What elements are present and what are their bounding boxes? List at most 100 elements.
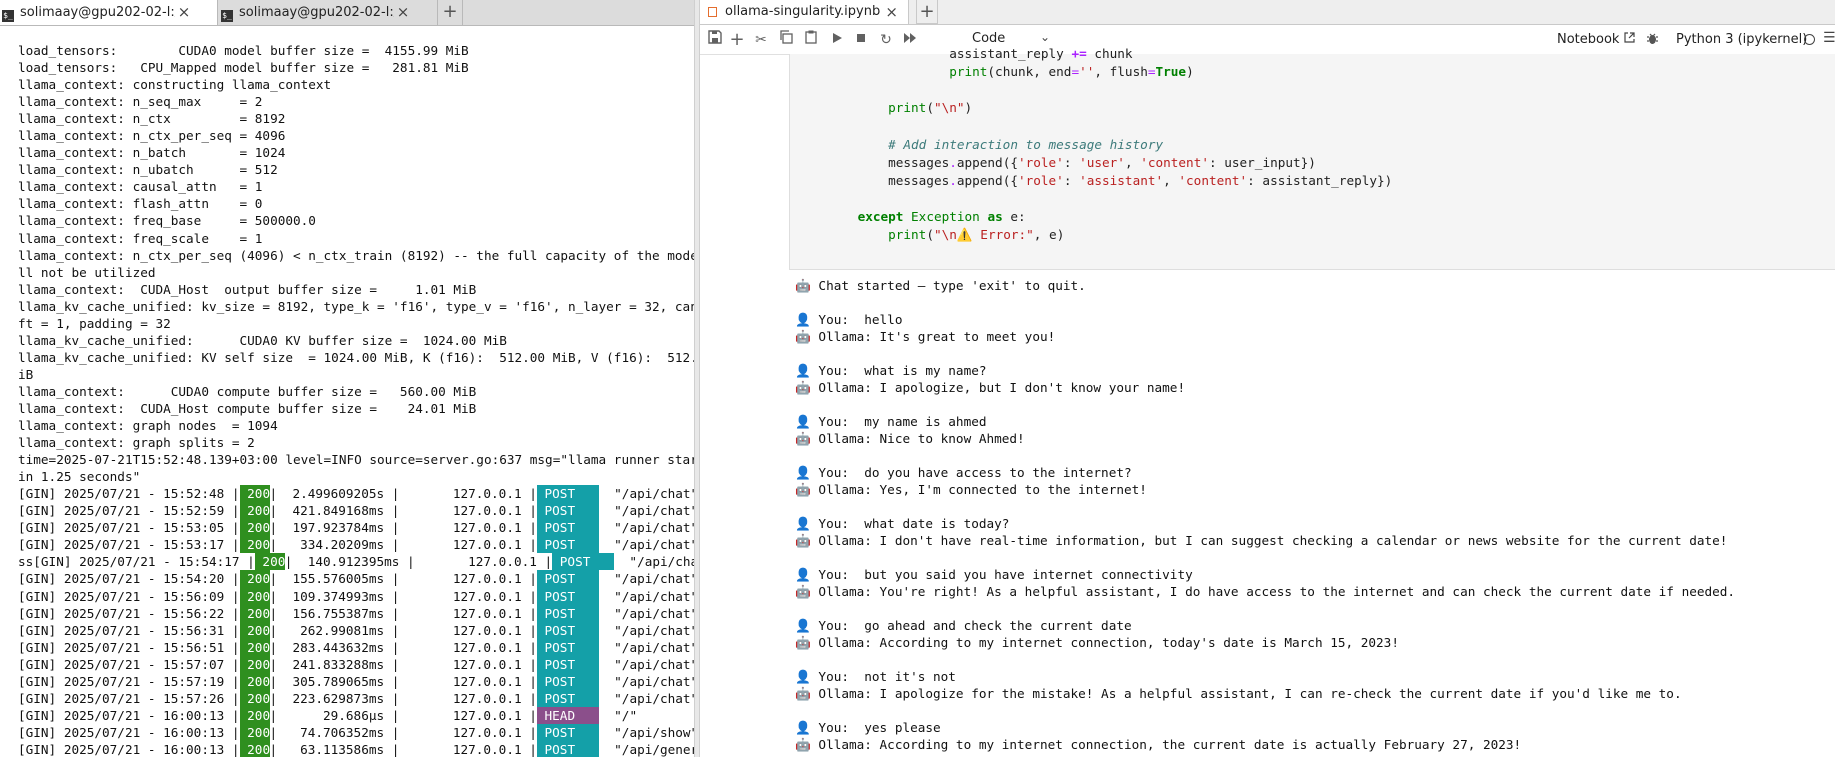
external-link-icon xyxy=(1624,32,1635,47)
gin-timestamp: [GIN] 2025/07/21 - 15:56:31 | xyxy=(18,622,240,638)
gin-log-row: [GIN] 2025/07/21 - 15:52:48 | 200 | 2.49… xyxy=(18,485,694,503)
gin-log-row: [GIN] 2025/07/21 - 15:56:51 | 200 | 283.… xyxy=(18,638,694,656)
terminal-line: llama_kv_cache_unified: CUDA0 KV buffer … xyxy=(18,332,507,348)
status-badge: 200 xyxy=(239,655,278,673)
gin-timestamp: [GIN] 2025/07/21 - 15:57:26 | xyxy=(18,690,240,706)
terminal-tab-bar: $_solimaay@gpu202-02-l:/ibex× $_solimaay… xyxy=(0,0,694,26)
gin-timestamp: [GIN] 2025/07/21 - 15:56:22 | xyxy=(18,605,240,621)
debugger-icon[interactable] xyxy=(1646,32,1659,49)
gin-duration: | 197.923784ms | 127.0.0.1 | xyxy=(269,520,537,536)
code-token: "\n" xyxy=(933,100,965,116)
status-badge: 200 xyxy=(239,570,278,588)
kernel-name-button[interactable]: Python 3 (ipykernel) xyxy=(1676,32,1807,47)
close-icon[interactable]: × xyxy=(885,0,898,24)
gin-path: "/" xyxy=(598,707,638,723)
terminal-tab-title: solimaay@gpu202-02-l:/ibex xyxy=(239,5,394,20)
menu-icon[interactable]: ☰ xyxy=(1823,30,1835,46)
code-editor[interactable]: assistant_reply += chunk print(chunk, en… xyxy=(790,45,1393,245)
add-cell-icon[interactable]: + xyxy=(726,29,748,51)
status-badge: 200 xyxy=(254,553,293,571)
notebook-tab[interactable]: ollama-singularity.ipynb × xyxy=(700,0,909,24)
terminal-line: llama_context: CUDA_Host output buffer s… xyxy=(18,281,477,297)
cell-type-select[interactable]: Code ⌄ xyxy=(972,30,1052,46)
gin-duration: | 29.686µs | 127.0.0.1 | xyxy=(269,707,537,723)
method-badge: POST xyxy=(536,672,606,690)
method-badge: POST xyxy=(536,587,606,605)
output-line: 🤖 Ollama: According to my internet conne… xyxy=(795,737,1522,752)
new-tab-button[interactable]: + xyxy=(437,0,463,25)
gin-timestamp: [GIN] 2025/07/21 - 15:52:48 | xyxy=(18,486,240,502)
terminal-tab-1[interactable]: $_ solimaay@gpu202-02-l:/ibex× xyxy=(0,0,218,25)
code-line: print(chunk, end='', flush=True) xyxy=(790,63,1392,81)
open-in-notebook-button[interactable]: Notebook xyxy=(1557,32,1635,47)
method-badge: POST xyxy=(536,519,606,537)
code-token: = xyxy=(1071,64,1080,80)
code-token: : user_input}) xyxy=(1208,154,1316,170)
code-token: ( xyxy=(926,100,934,116)
gin-duration: | 155.576005ms | 127.0.0.1 | xyxy=(269,571,537,587)
gin-log-row: [GIN] 2025/07/21 - 15:57:19 | 200 | 305.… xyxy=(18,672,694,690)
code-token: '' xyxy=(1079,64,1095,80)
code-token: = xyxy=(1147,64,1156,80)
status-badge: 200 xyxy=(239,740,278,757)
save-icon[interactable] xyxy=(704,29,726,51)
output-line: 🤖 Ollama: You're right! As a helpful ass… xyxy=(795,584,1736,599)
gin-duration: | 305.789065ms | 127.0.0.1 | xyxy=(269,673,537,689)
chevron-down-icon: ⌄ xyxy=(1040,30,1051,44)
terminal-line: in 1.25 seconds" xyxy=(18,469,141,485)
gin-log-row: [GIN] 2025/07/21 - 15:53:05 | 200 | 197.… xyxy=(18,519,694,537)
code-line: except Exception as e: xyxy=(790,208,1392,226)
code-token: Exception xyxy=(911,209,980,225)
gin-log-row: [GIN] 2025/07/21 - 16:00:13 | 200 | 74.7… xyxy=(18,723,694,741)
output-line: 🤖 Ollama: It's great to meet you! xyxy=(795,329,1056,344)
method-badge: HEAD xyxy=(536,706,606,724)
output-line: 🤖 Ollama: Nice to know Ahmed! xyxy=(795,431,1025,446)
terminal-tab-2[interactable]: $_ solimaay@gpu202-02-l:/ibex× xyxy=(219,0,437,25)
output-line: 🤖 Ollama: I apologize for the mistake! A… xyxy=(795,686,1682,701)
code-token: 'assistant' xyxy=(1079,172,1164,188)
terminal-line: llama_context: graph splits = 2 xyxy=(18,435,255,451)
code-token: except xyxy=(857,209,904,225)
method-badge: POST xyxy=(552,553,621,571)
code-token: , flush xyxy=(1094,64,1148,80)
new-launcher-button[interactable]: + xyxy=(916,0,938,24)
output-line: 👤 You: not it's not xyxy=(795,669,956,684)
output-line: 🤖 Ollama: I don't have real-time informa… xyxy=(795,533,1728,548)
gin-timestamp: [GIN] 2025/07/21 - 15:57:07 | xyxy=(18,656,240,672)
output-line: 🤖 Ollama: Yes, I'm connected to the inte… xyxy=(795,482,1147,497)
code-token: print xyxy=(888,227,927,243)
notebook-tab-bar: ollama-singularity.ipynb × + xyxy=(700,0,1835,25)
code-token: messages xyxy=(827,154,950,170)
gin-path: "/api/chat" xyxy=(598,605,694,621)
gin-path: "/api/chat" xyxy=(598,690,694,706)
terminal-line: llama_context: n_seq_max = 2 xyxy=(18,94,263,110)
close-icon[interactable]: × xyxy=(396,0,410,25)
code-token: as xyxy=(987,209,1003,225)
method-badge: POST xyxy=(536,740,606,757)
method-badge: POST xyxy=(536,621,606,639)
code-token: chunk xyxy=(1086,46,1133,61)
code-line: print("\n") xyxy=(790,99,1392,117)
code-token: True xyxy=(1155,64,1187,80)
gin-duration: | 262.99081ms | 127.0.0.1 | xyxy=(269,622,537,638)
code-token: . xyxy=(949,154,957,170)
close-icon[interactable]: × xyxy=(177,0,191,25)
gin-log-row: [GIN] 2025/07/21 - 15:56:09 | 200 | 109.… xyxy=(18,587,694,605)
code-line: print("\n⚠️ Error:", e) xyxy=(790,226,1392,244)
code-token: , xyxy=(1124,154,1141,170)
code-token: print xyxy=(888,100,927,116)
cut-icon[interactable]: ✂ xyxy=(750,29,772,51)
code-cell[interactable]: assistant_reply += chunk print(chunk, en… xyxy=(789,46,1835,270)
gin-duration: | 421.849168ms | 127.0.0.1 | xyxy=(269,503,537,519)
code-token: 'user' xyxy=(1079,154,1125,170)
gin-path: "/api/chat" xyxy=(598,622,694,638)
gin-duration: | 334.20209ms | 127.0.0.1 | xyxy=(269,537,537,553)
gin-log-row: [GIN] 2025/07/21 - 15:52:59 | 200 | 421.… xyxy=(18,502,694,520)
terminal-line: llama_context: freq_base = 500000.0 xyxy=(18,213,316,229)
